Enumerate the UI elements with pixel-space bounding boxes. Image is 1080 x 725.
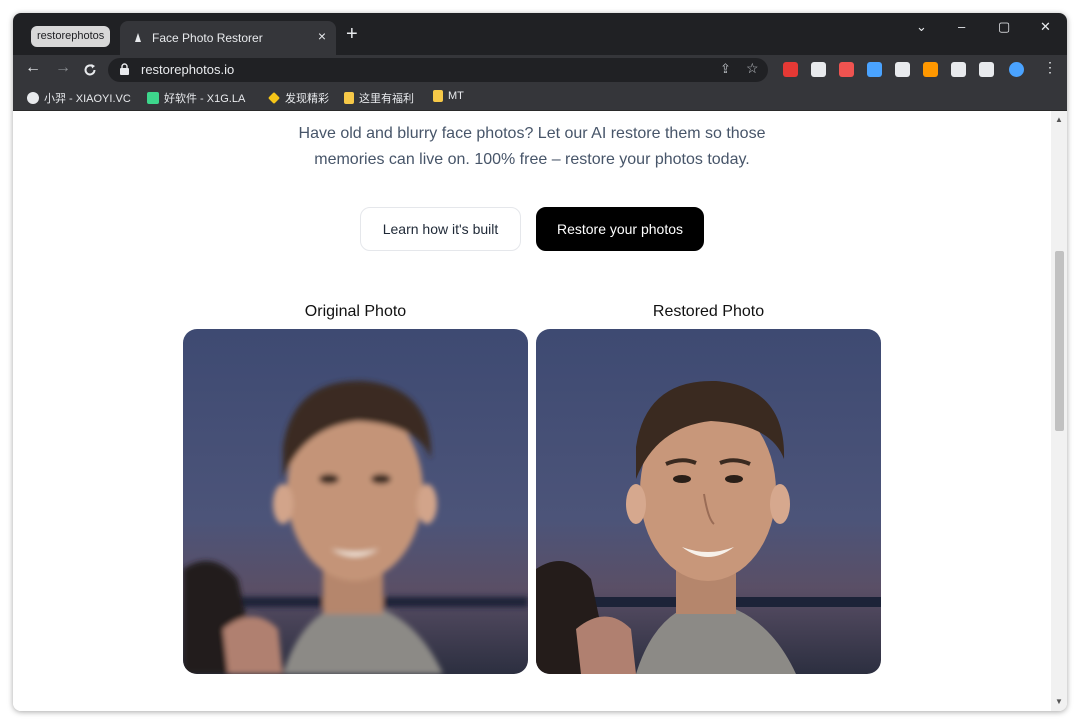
tab-strip: restorephotos Face Photo Restorer × + ⌄ … [13, 13, 1067, 55]
url-text: restorephotos.io [141, 62, 235, 77]
bookmark-mt[interactable]: MT [433, 90, 464, 102]
learn-how-button[interactable]: Learn how it's built [360, 207, 521, 251]
maximize-button[interactable]: ▢ [998, 19, 1010, 35]
original-photo-image [183, 329, 528, 674]
bookmark-label: 这里有福利 [359, 93, 414, 105]
share-icon[interactable]: ⇪ [720, 61, 731, 77]
tab-title: Face Photo Restorer [152, 31, 263, 45]
bookmark-x1g[interactable]: 好软件 - X1G.LA [147, 90, 245, 106]
address-bar[interactable]: restorephotos.io ⇪ ☆ [108, 58, 768, 82]
arrow-extension-icon[interactable] [895, 62, 910, 77]
original-photo [183, 329, 528, 674]
restore-photos-button[interactable]: Restore your photos [536, 207, 704, 251]
browser-window: restorephotos Face Photo Restorer × + ⌄ … [13, 13, 1067, 711]
restored-photo-title: Restored Photo [652, 303, 765, 320]
app-icon [147, 92, 159, 104]
description-line-2: memories can live on. 100% free – restor… [314, 151, 750, 168]
bookmark-label: 发现精彩 [285, 93, 329, 105]
side-panel-icon[interactable] [979, 62, 994, 77]
puzzle-extensions-icon[interactable] [951, 62, 966, 77]
page-scrollbar[interactable]: ▲ ▼ [1051, 111, 1067, 711]
hero-description: Have old and blurry face photos? Let our… [13, 121, 1051, 173]
diamond-icon [268, 92, 280, 104]
lock-icon [120, 63, 129, 75]
scrollbar-thumb[interactable] [1055, 251, 1064, 431]
avatar-icon [27, 92, 39, 104]
bookmark-faxian[interactable]: 发现精彩 [268, 90, 329, 106]
restored-photo [536, 329, 881, 674]
tab-close-icon[interactable]: × [318, 28, 326, 44]
back-arrow-icon[interactable]: ← [25, 59, 41, 77]
folder-icon [344, 92, 354, 104]
bookmark-label: 小羿 - XIAOYI.VC [44, 93, 131, 105]
tab-search-icon[interactable]: ⌄ [916, 19, 927, 35]
menu-kebab-icon[interactable]: ⋮ [1043, 59, 1057, 76]
description-line-1: Have old and blurry face photos? Let our… [298, 125, 766, 142]
original-photo-title: Original Photo [304, 303, 407, 320]
bookmark-fuli[interactable]: 这里有福利 [344, 90, 414, 106]
new-tab-button[interactable]: + [346, 23, 358, 46]
folder-icon [433, 90, 443, 102]
active-tab[interactable]: Face Photo Restorer × [120, 21, 336, 55]
bookmark-label: 好软件 - X1G.LA [164, 93, 246, 105]
minimize-button[interactable]: – [958, 19, 965, 34]
favicon-icon [135, 33, 141, 42]
scroll-up-icon[interactable]: ▲ [1055, 115, 1063, 124]
layers-extension-icon[interactable] [867, 62, 882, 77]
tab-group-label[interactable]: restorephotos [31, 26, 111, 47]
reload-icon[interactable] [83, 63, 97, 77]
red-shield-extension-icon[interactable] [783, 62, 798, 77]
forward-arrow-icon[interactable]: → [55, 59, 71, 77]
scroll-down-icon[interactable]: ▼ [1055, 697, 1063, 706]
close-window-button[interactable]: ✕ [1040, 19, 1051, 35]
glasses-extension-icon[interactable] [811, 62, 826, 77]
orange-extension-icon[interactable] [923, 62, 938, 77]
bookmark-label: MT [448, 90, 464, 102]
profile-avatar[interactable] [1009, 62, 1024, 77]
heart-extension-icon[interactable] [839, 62, 854, 77]
page-viewport: Have old and blurry face photos? Let our… [13, 111, 1051, 711]
restored-photo-image [536, 329, 881, 674]
bookmark-star-icon[interactable]: ☆ [746, 60, 759, 77]
bookmarks-bar: 小羿 - XIAOYI.VC 好软件 - X1G.LA 发现精彩 这里有福利 M… [13, 85, 1067, 111]
bookmark-xiaoyi[interactable]: 小羿 - XIAOYI.VC [27, 90, 131, 106]
browser-toolbar: ← → restorephotos.io ⇪ ☆ ⋮ [13, 55, 1067, 85]
